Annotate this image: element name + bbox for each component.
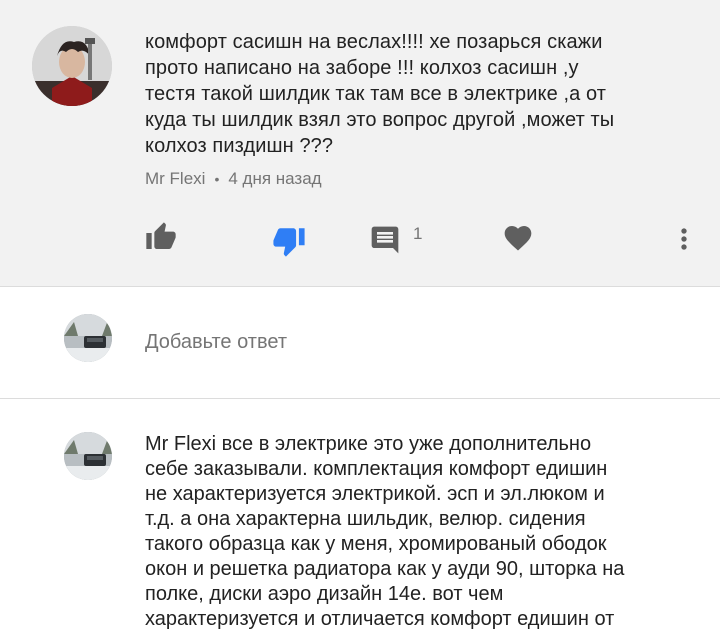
reply-avatar-image (64, 432, 112, 480)
more-button[interactable] (668, 214, 700, 260)
author-name[interactable]: Mr Flexi (145, 169, 205, 189)
comment-time: 4 дня назад (228, 169, 322, 188)
divider-top (0, 286, 720, 287)
user-avatar-image (64, 314, 112, 362)
heart-button[interactable] (502, 214, 534, 260)
dislike-button[interactable] (272, 214, 306, 260)
reply-button[interactable] (369, 214, 401, 260)
comment-icon (371, 226, 399, 254)
comment-text: комфорт сасишн на веслах!!!! хе позарься… (145, 31, 615, 157)
comment-meta: Mr Flexi • 4 дня назад (145, 169, 322, 189)
comment-card: комфорт сасишн на веслах!!!! хе позарься… (0, 0, 720, 286)
heart-icon (504, 226, 532, 251)
thumbs-down-icon (273, 228, 305, 257)
reply-input-placeholder[interactable]: Добавьте ответ (145, 331, 287, 354)
divider-bottom (0, 398, 720, 399)
reply-author-avatar[interactable] (64, 432, 112, 480)
user-avatar (64, 314, 112, 362)
avatar-image (32, 26, 112, 106)
meta-separator: • (214, 171, 220, 187)
reply-input-row[interactable]: Добавьте ответ (0, 287, 720, 398)
reply-text: Mr Flexi все в электрике это уже дополни… (145, 433, 625, 630)
thumbs-up-icon (146, 222, 176, 249)
reply-count: 1 (413, 224, 423, 243)
author-avatar[interactable] (32, 26, 112, 106)
like-button[interactable] (145, 214, 177, 260)
more-vert-icon (681, 228, 687, 250)
comment-actions (0, 214, 720, 260)
